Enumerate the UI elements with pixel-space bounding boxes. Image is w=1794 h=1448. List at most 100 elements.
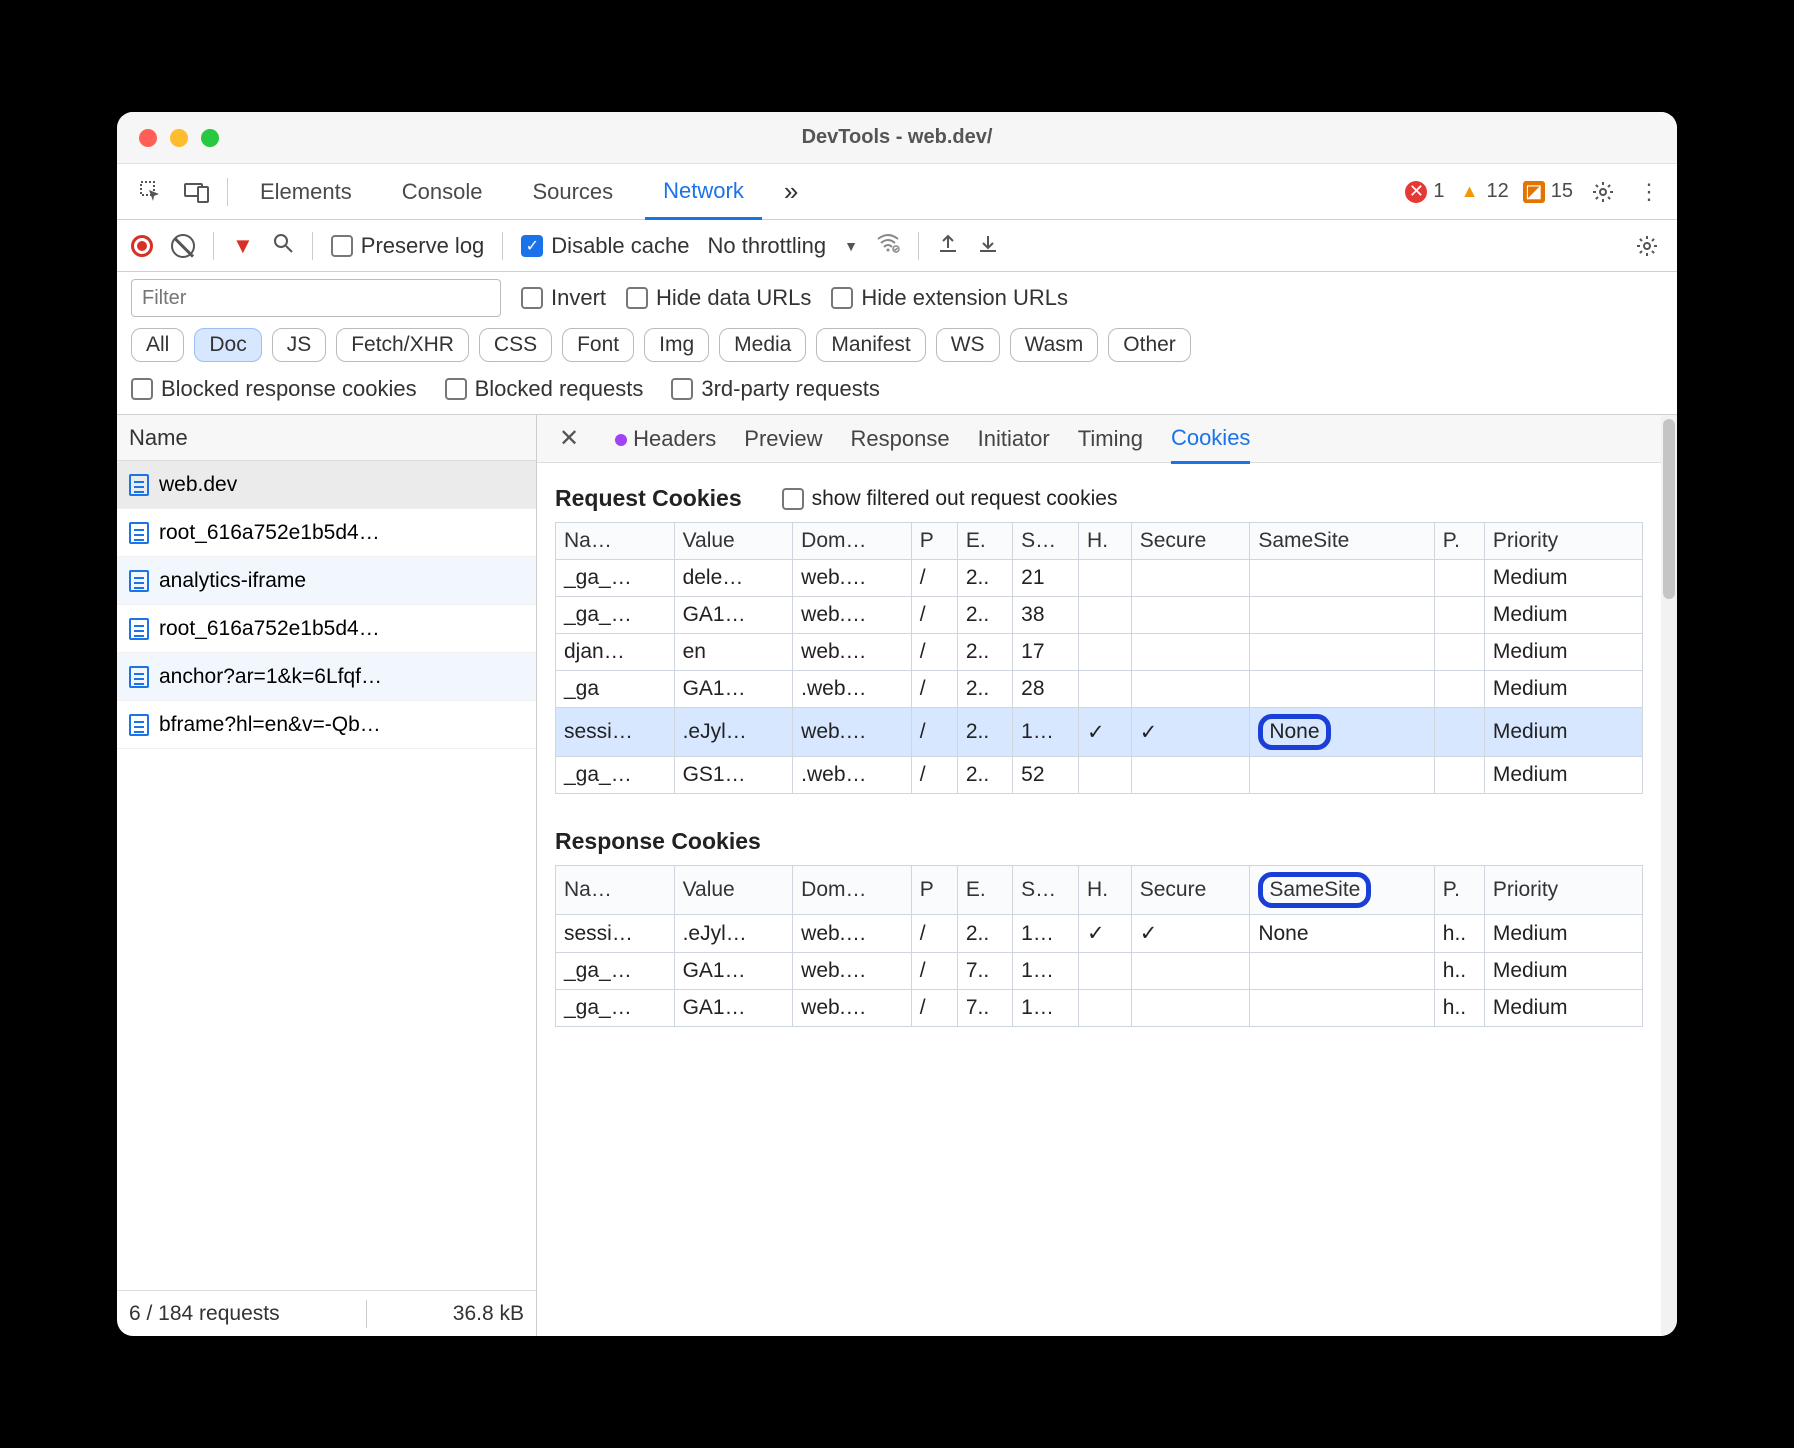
column-header[interactable]: S… xyxy=(1013,866,1079,915)
cookie-row[interactable]: _ga_…dele…web.…/2..21Medium xyxy=(556,560,1643,597)
column-header[interactable]: SameSite xyxy=(1250,523,1434,560)
cookie-row[interactable]: _ga_…GA1…web.…/7..1…h..Medium xyxy=(556,953,1643,990)
scrollbar[interactable] xyxy=(1661,415,1677,1336)
chip-font[interactable]: Font xyxy=(562,328,634,362)
tab-network[interactable]: Network xyxy=(645,165,762,220)
column-header[interactable]: Priority xyxy=(1484,866,1642,915)
dtab-timing[interactable]: Timing xyxy=(1078,426,1143,452)
column-header[interactable]: P xyxy=(911,866,957,915)
column-header[interactable]: P. xyxy=(1434,523,1484,560)
close-details-icon[interactable]: ✕ xyxy=(551,424,587,453)
request-row[interactable]: analytics-iframe xyxy=(117,557,536,605)
resource-type-chips: All Doc JS Fetch/XHR CSS Font Img Media Manifest… xyxy=(117,324,1677,370)
document-icon xyxy=(129,522,149,544)
disable-cache-checkbox[interactable]: ✓ Disable cache xyxy=(521,233,689,259)
cookie-row[interactable]: _ga_…GA1…web.…/7..1…h..Medium xyxy=(556,990,1643,1027)
chip-ws[interactable]: WS xyxy=(936,328,1000,362)
cookie-row[interactable]: sessi….eJyl…web.…/2..1…✓✓Noneh..Medium xyxy=(556,915,1643,953)
request-row[interactable]: bframe?hl=en&v=-Qb… xyxy=(117,701,536,749)
more-menu-icon[interactable]: ⋮ xyxy=(1633,176,1665,208)
inspect-icon[interactable] xyxy=(135,176,167,208)
filter-bar: Invert Hide data URLs Hide extension URL… xyxy=(117,272,1677,324)
chip-all[interactable]: All xyxy=(131,328,184,362)
request-row[interactable]: root_616a752e1b5d4… xyxy=(117,509,536,557)
throttling-dropdown[interactable]: No throttling ▼ xyxy=(707,233,857,259)
network-settings-icon[interactable] xyxy=(1631,230,1663,262)
column-header[interactable]: Dom… xyxy=(793,866,912,915)
show-filtered-checkbox[interactable]: show filtered out request cookies xyxy=(782,487,1118,511)
import-har-icon[interactable] xyxy=(937,232,959,260)
column-header[interactable]: H. xyxy=(1079,523,1132,560)
export-har-icon[interactable] xyxy=(977,232,999,260)
invert-checkbox[interactable]: Invert xyxy=(521,285,606,311)
request-row[interactable]: anchor?ar=1&k=6Lfqf… xyxy=(117,653,536,701)
column-header[interactable]: Secure xyxy=(1131,866,1250,915)
chip-doc[interactable]: Doc xyxy=(194,328,261,362)
filter-input[interactable] xyxy=(131,279,501,317)
column-header[interactable]: Priority xyxy=(1484,523,1642,560)
dtab-response[interactable]: Response xyxy=(851,426,950,452)
column-header[interactable]: Value xyxy=(674,866,793,915)
more-tabs-icon[interactable]: » xyxy=(776,176,806,207)
request-list-panel: Name web.devroot_616a752e1b5d4…analytics… xyxy=(117,415,537,1336)
request-cookies-heading: Request Cookies show filtered out reques… xyxy=(555,485,1643,512)
cookie-row[interactable]: _gaGA1….web…/2..28Medium xyxy=(556,671,1643,708)
column-header[interactable]: P. xyxy=(1434,866,1484,915)
column-header[interactable]: E. xyxy=(957,866,1012,915)
chevron-down-icon: ▼ xyxy=(844,238,858,254)
column-header[interactable]: Na… xyxy=(556,866,675,915)
column-header[interactable]: Secure xyxy=(1131,523,1250,560)
warning-count[interactable]: ▲12 xyxy=(1459,180,1509,203)
tab-sources[interactable]: Sources xyxy=(514,164,631,219)
column-header[interactable]: Value xyxy=(674,523,793,560)
filter-toggle-icon[interactable]: ▼ xyxy=(232,233,254,259)
chip-css[interactable]: CSS xyxy=(479,328,552,362)
cookie-row[interactable]: _ga_…GS1….web…/2..52Medium xyxy=(556,757,1643,794)
clear-icon[interactable] xyxy=(171,234,195,258)
chip-fetchxhr[interactable]: Fetch/XHR xyxy=(336,328,469,362)
settings-icon[interactable] xyxy=(1587,176,1619,208)
tab-console[interactable]: Console xyxy=(384,164,501,219)
document-icon xyxy=(129,714,149,736)
issues-count[interactable]: ◪15 xyxy=(1523,180,1573,203)
record-icon[interactable] xyxy=(131,235,153,257)
blocked-cookies-checkbox[interactable]: Blocked response cookies xyxy=(131,376,417,402)
tab-elements[interactable]: Elements xyxy=(242,164,370,219)
dtab-initiator[interactable]: Initiator xyxy=(978,426,1050,452)
dtab-headers[interactable]: Headers xyxy=(615,426,716,452)
hide-extension-urls-checkbox[interactable]: Hide extension URLs xyxy=(831,285,1068,311)
chip-manifest[interactable]: Manifest xyxy=(816,328,925,362)
device-toolbar-icon[interactable] xyxy=(181,176,213,208)
cookie-row[interactable]: sessi….eJyl…web.…/2..1…✓✓NoneMedium xyxy=(556,708,1643,757)
chip-js[interactable]: JS xyxy=(272,328,327,362)
error-count[interactable]: ✕1 xyxy=(1405,180,1444,203)
chip-other[interactable]: Other xyxy=(1108,328,1191,362)
chip-media[interactable]: Media xyxy=(719,328,806,362)
column-header[interactable]: Na… xyxy=(556,523,675,560)
column-header[interactable]: P xyxy=(911,523,957,560)
column-header[interactable]: SameSite xyxy=(1250,866,1434,915)
request-cookies-table: Na…ValueDom…PE.S…H.SecureSameSiteP.Prior… xyxy=(555,522,1643,794)
cookie-row[interactable]: djan…enweb.…/2..17Medium xyxy=(556,634,1643,671)
column-header[interactable]: S… xyxy=(1013,523,1079,560)
third-party-checkbox[interactable]: 3rd-party requests xyxy=(671,376,880,402)
response-cookies-heading: Response Cookies xyxy=(555,828,1643,855)
dtab-preview[interactable]: Preview xyxy=(744,426,822,452)
request-row[interactable]: web.dev xyxy=(117,461,536,509)
network-conditions-icon[interactable] xyxy=(876,233,900,259)
column-header[interactable]: Dom… xyxy=(793,523,912,560)
chip-img[interactable]: Img xyxy=(644,328,709,362)
dtab-cookies[interactable]: Cookies xyxy=(1171,425,1250,464)
blocked-requests-checkbox[interactable]: Blocked requests xyxy=(445,376,644,402)
column-header[interactable]: H. xyxy=(1079,866,1132,915)
cookie-row[interactable]: _ga_…GA1…web.…/2..38Medium xyxy=(556,597,1643,634)
chip-wasm[interactable]: Wasm xyxy=(1010,328,1099,362)
request-row[interactable]: root_616a752e1b5d4… xyxy=(117,605,536,653)
column-header[interactable]: E. xyxy=(957,523,1012,560)
preserve-log-checkbox[interactable]: Preserve log xyxy=(331,233,485,259)
network-toolbar: ▼ Preserve log ✓ Disable cache No thrott… xyxy=(117,220,1677,272)
devtools-window: DevTools - web.dev/ Elements Console Sou… xyxy=(117,112,1677,1336)
hide-data-urls-checkbox[interactable]: Hide data URLs xyxy=(626,285,811,311)
search-icon[interactable] xyxy=(272,232,294,260)
document-icon xyxy=(129,618,149,640)
